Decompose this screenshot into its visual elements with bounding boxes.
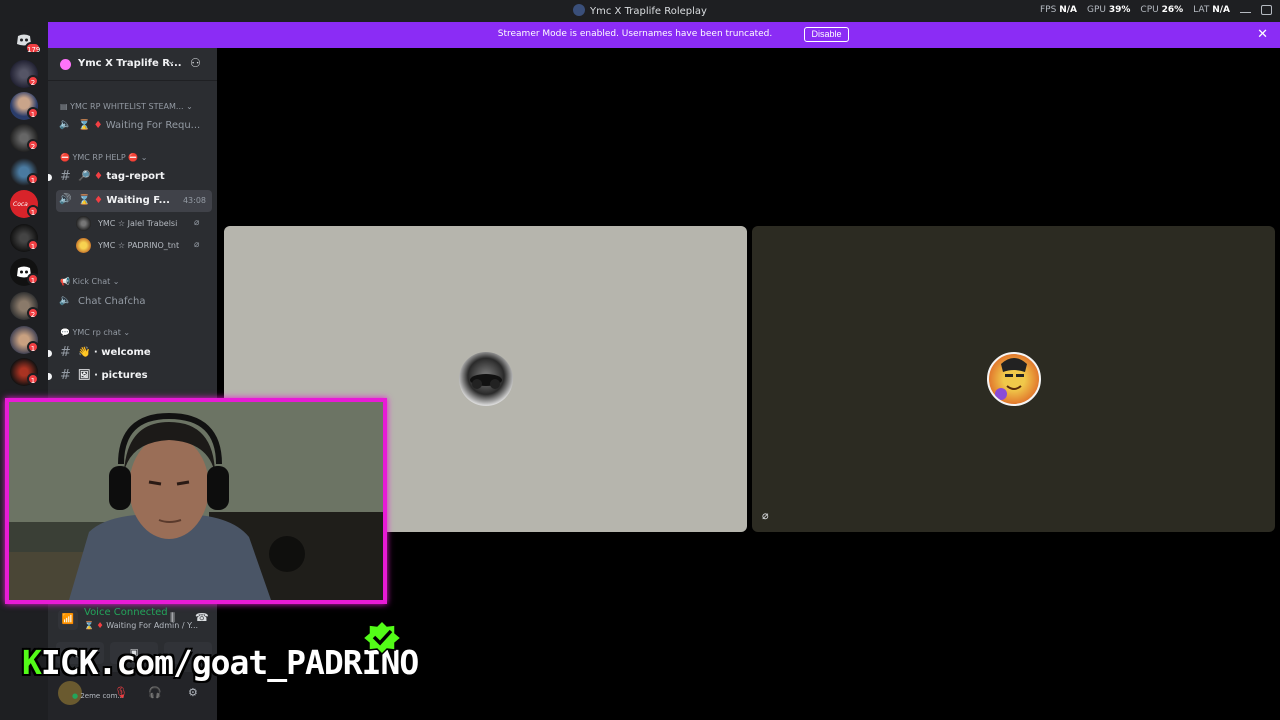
muted-mic-icon: ⌀ bbox=[762, 509, 769, 522]
gear-icon[interactable]: ⚙ bbox=[188, 686, 198, 699]
hash-icon: # bbox=[60, 169, 71, 184]
signal-icon[interactable]: 📶 bbox=[58, 610, 78, 630]
category-help[interactable]: ⛔ YMC RP HELP ⛔ ⌄ bbox=[60, 153, 147, 162]
webcam-overlay bbox=[5, 398, 387, 604]
badge-count: 2 bbox=[27, 307, 39, 319]
badge-count: 1 bbox=[27, 273, 39, 285]
speaker-icon: 🔈 bbox=[59, 295, 72, 306]
avatar bbox=[76, 216, 91, 231]
speaker-icon: 🔈 bbox=[59, 119, 72, 130]
hash-icon: # bbox=[60, 345, 71, 360]
disable-streamer-mode-button[interactable]: Disable bbox=[804, 27, 849, 42]
unread-indicator bbox=[48, 350, 52, 357]
channel-chat-chafcha[interactable]: 🔈 Chat Chafcha bbox=[56, 291, 212, 313]
performance-stats: FPS N/A GPU 39% CPU 26% LAT N/A bbox=[1040, 5, 1272, 15]
avatar bbox=[459, 352, 513, 406]
muted-mic-icon: ⌀ bbox=[194, 218, 200, 228]
streamer-mode-banner: Streamer Mode is enabled. Usernames have… bbox=[48, 22, 1280, 48]
badge-count: 1 bbox=[27, 239, 39, 251]
badge-count: 2 bbox=[27, 75, 39, 87]
noise-suppression-icon[interactable]: ⫼ bbox=[170, 611, 175, 625]
channel-pictures[interactable]: # 🖼 · pictures bbox=[48, 365, 212, 387]
server-logo-icon bbox=[573, 4, 586, 16]
channel-welcome[interactable]: # 👋 · welcome bbox=[48, 342, 212, 364]
channel-tag-report[interactable]: # 🔎 ♦ tag-report bbox=[48, 166, 212, 188]
voice-status[interactable]: Voice Connected bbox=[84, 607, 168, 618]
server-header[interactable]: Ymc X Traplife R... ⌄ ⚇ bbox=[48, 48, 217, 81]
lat-stat: LAT N/A bbox=[1193, 5, 1230, 15]
category-whitelist[interactable]: ▤ YMC RP WHITELIST STEAM... ⌄ bbox=[60, 102, 193, 111]
voice-timer: 43:08 bbox=[182, 196, 206, 205]
badge-count: 1 bbox=[27, 173, 39, 185]
muted-mic-icon: ⌀ bbox=[194, 240, 200, 250]
badge-count: 2 bbox=[27, 139, 39, 151]
headphones-icon[interactable]: 🎧 bbox=[148, 686, 162, 699]
hash-icon: # bbox=[60, 368, 71, 383]
maximize-window-icon[interactable] bbox=[1261, 5, 1272, 15]
channel-waiting-requests[interactable]: 🔈 ⌛ ♦ Waiting For Requ... bbox=[56, 115, 212, 137]
participant-tile[interactable]: ⌀ bbox=[752, 226, 1275, 532]
server-rail: 179 2 1 2 1 Coca 1 1 1 2 1 1 bbox=[0, 22, 48, 720]
server-flower-icon bbox=[60, 59, 71, 70]
kick-channel-overlay: KICK.com/goat_PADRINO bbox=[22, 643, 419, 682]
chevron-down-icon[interactable]: ⌄ bbox=[167, 56, 175, 67]
avatar bbox=[987, 352, 1041, 406]
unread-indicator bbox=[48, 373, 52, 380]
voice-channel-link[interactable]: ⌛ ♦ Waiting For Admin / Y... bbox=[84, 621, 198, 630]
badge-count: 1 bbox=[27, 107, 39, 119]
invite-people-icon[interactable]: ⚇ bbox=[190, 56, 201, 70]
unread-indicator bbox=[48, 174, 52, 181]
mic-muted-icon[interactable]: 🎙 bbox=[114, 686, 128, 699]
fps-stat: FPS N/A bbox=[1039, 5, 1077, 15]
channel-waiting-voice-active[interactable]: 🔊 ⌛ ♦ Waiting F... 43:08 bbox=[56, 190, 212, 212]
voice-active-icon: 🔊 bbox=[59, 194, 72, 205]
channel-sidebar: Ymc X Traplife R... ⌄ ⚇ ▤ YMC RP WHITELI… bbox=[48, 48, 217, 720]
voice-connected-panel: 📶 Voice Connected ⌛ ♦ Waiting For Admin … bbox=[56, 605, 212, 645]
minimize-window-icon[interactable] bbox=[1240, 7, 1251, 13]
webcam-feed-image bbox=[9, 402, 383, 600]
gpu-stat: GPU 39% bbox=[1086, 5, 1131, 15]
cpu-stat: CPU 26% bbox=[1140, 5, 1184, 15]
category-kick-chat[interactable]: 📢 Kick Chat ⌄ bbox=[60, 277, 120, 286]
badge-count: 179 bbox=[25, 42, 41, 54]
badge-count: 1 bbox=[27, 373, 39, 385]
kick-verified-badge-icon bbox=[362, 619, 402, 655]
title-bar: Ymc X Traplife Roleplay FPS N/A GPU 39% … bbox=[0, 0, 1280, 22]
badge-count: 1 bbox=[27, 341, 39, 353]
close-icon[interactable]: ✕ bbox=[1257, 27, 1268, 42]
disconnect-icon[interactable]: ☎ bbox=[195, 611, 209, 624]
avatar bbox=[76, 238, 91, 253]
badge-count: 1 bbox=[27, 205, 39, 217]
banner-message: Streamer Mode is enabled. Usernames have… bbox=[497, 29, 773, 39]
category-rp-chat[interactable]: 💬 YMC rp chat ⌄ bbox=[60, 328, 130, 337]
